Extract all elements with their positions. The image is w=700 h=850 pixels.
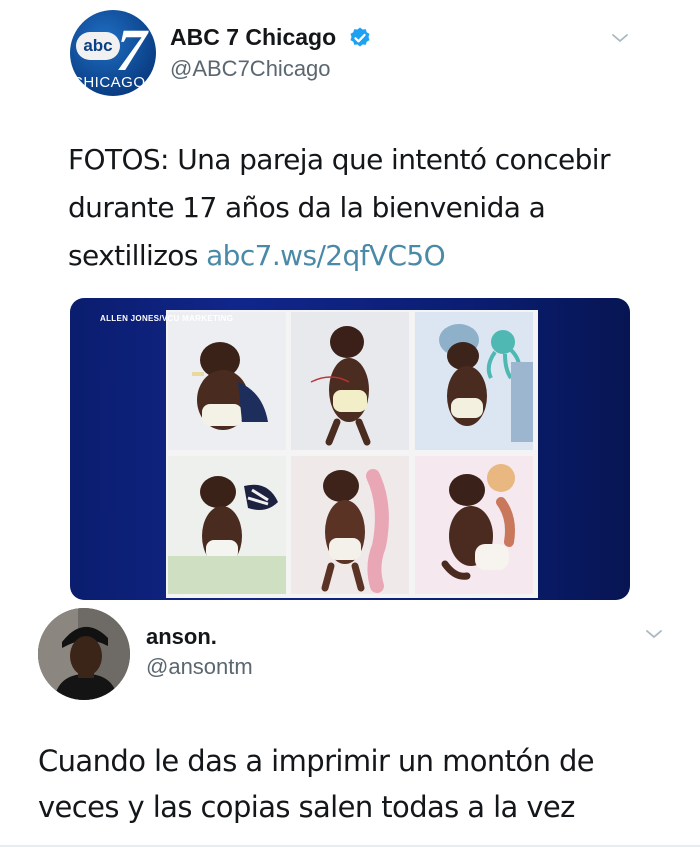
tweet-abc7: abc 7 CHICAGO ABC 7 Chicago @ABC7Chicago… [0,0,700,610]
author-name[interactable]: ABC 7 Chicago [170,24,336,51]
baby-photo [168,312,286,450]
author-name[interactable]: anson. [146,624,217,650]
tweet-media-photo[interactable]: ALLEN JONES/VCU MARKETING [70,298,630,600]
baby-photo-art [168,312,286,450]
author-handle[interactable]: @ABC7Chicago [170,56,331,82]
tweet-text-fragment: sextillizos [68,239,207,272]
tweet-link[interactable]: abc7.ws/2qfVC5O [206,239,446,272]
tweet-anson: anson. @ansontm Cuando le das a imprimir… [0,600,700,850]
divider [0,845,700,847]
photo-collage [166,310,538,598]
baby-photo [291,312,409,450]
baby-photo-art [291,312,409,450]
baby-photo-art [415,456,533,594]
baby-photo [415,456,533,594]
tweet-text-line: sextillizos abc7.ws/2qfVC5O [68,232,678,280]
tweet-text: FOTOS: Una pareja que intentó concebir d… [68,136,678,280]
baby-photo-art [415,312,533,450]
baby-photo-art [291,456,409,594]
baby-photo [415,312,533,450]
photo-credit-watermark: ALLEN JONES/VCU MARKETING [100,314,234,323]
baby-photo [168,456,286,594]
baby-photo [291,456,409,594]
verified-badge-icon [350,27,370,47]
tweet-text: Cuando le das a imprimir un montón de ve… [38,738,678,830]
tweet-text-line: durante 17 años da la bienvenida a [68,191,546,224]
anson-avatar[interactable] [38,608,130,700]
abc7-avatar[interactable]: abc 7 CHICAGO [70,10,156,96]
abc-logo-badge: abc [76,32,120,60]
author-handle[interactable]: @ansontm [146,654,253,680]
abc-logo-city: CHICAGO [72,74,146,91]
chevron-down-icon[interactable] [642,624,666,644]
tweet-text-line: Cuando le das a imprimir un montón de [38,744,595,778]
chevron-down-icon[interactable] [608,28,632,48]
avatar-photo [38,608,130,700]
screenshot: abc 7 CHICAGO ABC 7 Chicago @ABC7Chicago… [0,0,700,850]
baby-photo-art [168,456,286,594]
tweet-text-line: veces y las copias salen todas a la vez [38,790,575,824]
tweet-text-line: FOTOS: Una pareja que intentó concebir [68,143,610,176]
